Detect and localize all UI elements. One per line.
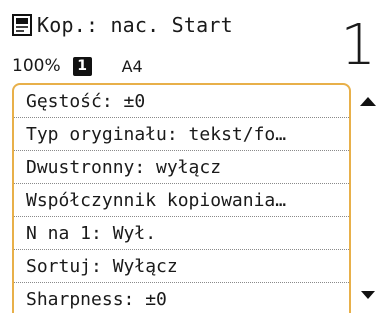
settings-item-copy-ratio[interactable]: Współczynnik kopiowania…: [14, 184, 349, 217]
copy-screen: Kop.: nac. Start 100% 1 A4 1 Gęstość: ±0…: [0, 0, 390, 313]
copies-count: 1: [340, 13, 376, 78]
zoom-ratio: 100%: [12, 56, 61, 76]
copy-document-icon: [12, 14, 32, 36]
triangle-up-icon: [360, 96, 376, 106]
settings-item-n-on-1[interactable]: N na 1: Wył.: [14, 217, 349, 250]
copy-info-bar: 100% 1 A4: [12, 52, 143, 80]
scroll-down-button[interactable]: [352, 280, 384, 310]
paper-size: A4: [121, 56, 143, 76]
settings-item-sharpness[interactable]: Sharpness: ±0: [14, 283, 349, 313]
paper-tray-badge: 1: [72, 56, 92, 76]
settings-item-collate[interactable]: Sortuj: Wyłącz: [14, 250, 349, 283]
header-title: Kop.: nac. Start: [12, 10, 233, 40]
settings-list: Gęstość: ±0 Typ oryginału: tekst/fo… Dwu…: [12, 83, 351, 313]
title-text: Kop.: nac. Start: [37, 13, 233, 37]
settings-item-duplex[interactable]: Dwustronny: wyłącz: [14, 151, 349, 184]
settings-item-density[interactable]: Gęstość: ±0: [14, 85, 349, 118]
scroll-up-button[interactable]: [352, 86, 384, 116]
settings-item-original-type[interactable]: Typ oryginału: tekst/fo…: [14, 118, 349, 151]
triangle-down-icon: [361, 291, 375, 299]
